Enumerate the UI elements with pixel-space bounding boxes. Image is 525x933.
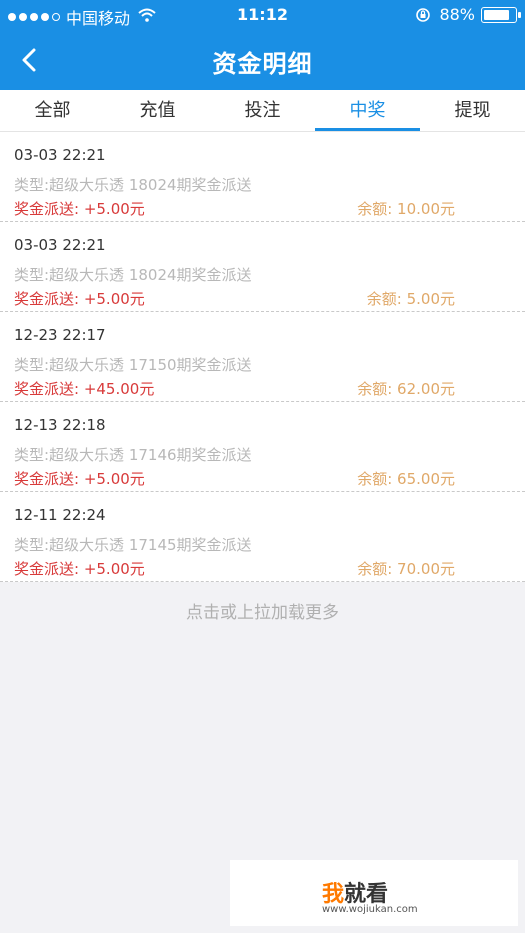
- list-item[interactable]: 12-13 22:18 类型:超级大乐透 17146期奖金派送 奖金派送: +5…: [0, 402, 525, 492]
- tab-bar: 全部 充值 投注 中奖 提现: [0, 90, 525, 132]
- record-balance: 余额: 5.00元: [366, 290, 455, 308]
- record-balance: 余额: 10.00元: [357, 200, 455, 218]
- record-list: 03-03 22:21 类型:超级大乐透 18024期奖金派送 奖金派送: +5…: [0, 132, 525, 582]
- list-item[interactable]: 03-03 22:21 类型:超级大乐透 18024期奖金派送 奖金派送: +5…: [0, 132, 525, 222]
- record-time: 12-13 22:18: [14, 416, 106, 434]
- record-time: 12-11 22:24: [14, 506, 106, 524]
- status-bar: 中国移动 11:12 88%: [0, 0, 525, 30]
- record-amount: 奖金派送: +45.00元: [14, 380, 155, 398]
- status-right: 88%: [415, 5, 521, 24]
- watermark-logo: 我就看 www.wojiukan.com: [230, 860, 518, 926]
- tab-winnings[interactable]: 中奖: [315, 90, 420, 131]
- record-type: 类型:超级大乐透 17150期奖金派送: [14, 356, 252, 374]
- tab-withdraw[interactable]: 提现: [420, 90, 525, 131]
- record-balance: 余额: 70.00元: [357, 560, 455, 578]
- record-amount: 奖金派送: +5.00元: [14, 560, 145, 578]
- nav-bar: 资金明细: [0, 30, 525, 90]
- tab-recharge[interactable]: 充值: [105, 90, 210, 131]
- record-time: 03-03 22:21: [14, 146, 106, 164]
- list-item[interactable]: 03-03 22:21 类型:超级大乐透 18024期奖金派送 奖金派送: +5…: [0, 222, 525, 312]
- record-balance: 余额: 62.00元: [357, 380, 455, 398]
- record-time: 03-03 22:21: [14, 236, 106, 254]
- load-more-button[interactable]: 点击或上拉加载更多: [0, 598, 525, 623]
- record-time: 12-23 22:17: [14, 326, 106, 344]
- record-type: 类型:超级大乐透 17146期奖金派送: [14, 446, 252, 464]
- record-amount: 奖金派送: +5.00元: [14, 290, 145, 308]
- rotation-lock-icon: [415, 7, 431, 23]
- battery-fill: [484, 9, 509, 20]
- record-type: 类型:超级大乐透 17145期奖金派送: [14, 536, 252, 554]
- watermark-url: www.wojiukan.com: [322, 904, 418, 915]
- record-amount: 奖金派送: +5.00元: [14, 200, 145, 218]
- page-title: 资金明细: [212, 50, 313, 78]
- record-type: 类型:超级大乐透 18024期奖金派送: [14, 266, 252, 284]
- record-amount: 奖金派送: +5.00元: [14, 470, 145, 488]
- tab-all[interactable]: 全部: [0, 90, 105, 131]
- list-item[interactable]: 12-23 22:17 类型:超级大乐透 17150期奖金派送 奖金派送: +4…: [0, 312, 525, 402]
- battery-icon: [481, 6, 521, 23]
- record-type: 类型:超级大乐透 18024期奖金派送: [14, 176, 252, 194]
- battery-percent: 88%: [439, 5, 475, 24]
- list-item[interactable]: 12-11 22:24 类型:超级大乐透 17145期奖金派送 奖金派送: +5…: [0, 492, 525, 582]
- tab-bets[interactable]: 投注: [210, 90, 315, 131]
- record-balance: 余额: 65.00元: [357, 470, 455, 488]
